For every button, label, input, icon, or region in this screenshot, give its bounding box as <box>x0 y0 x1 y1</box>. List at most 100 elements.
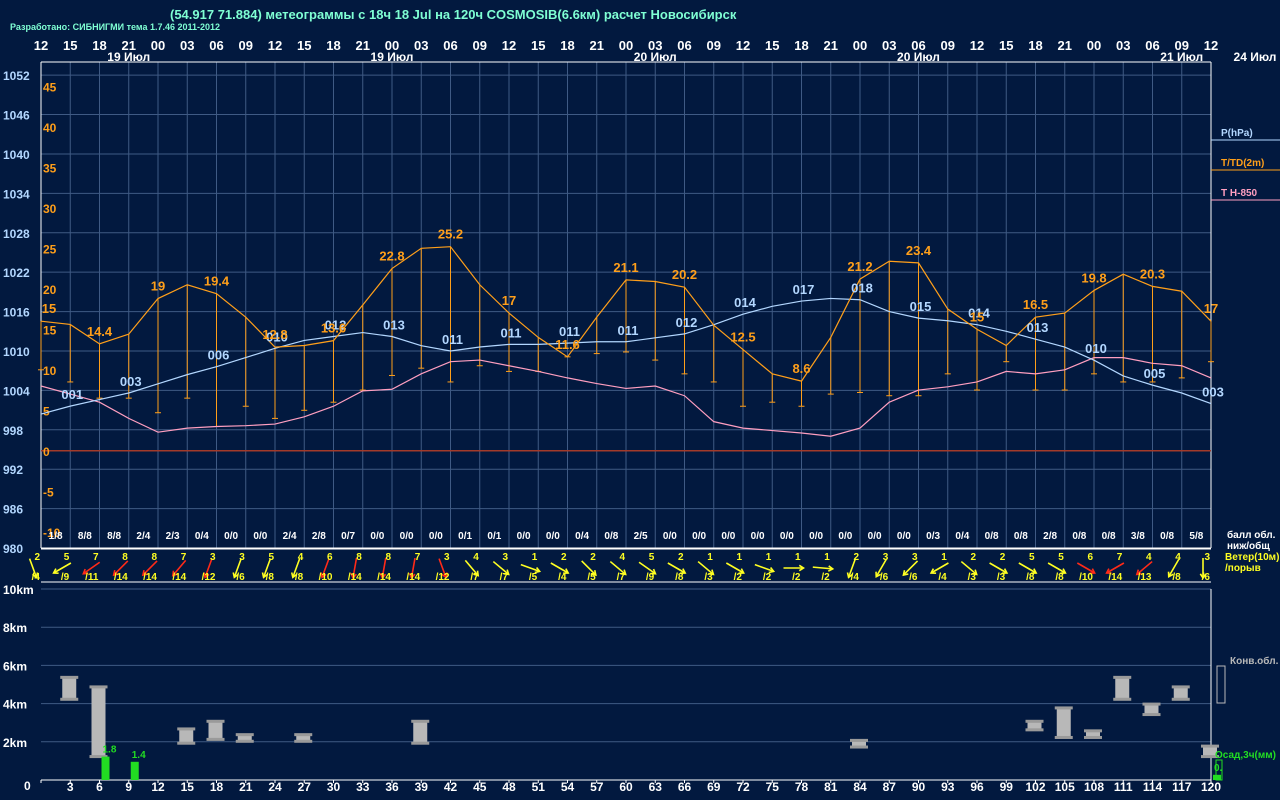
pressure-axis-label: 1028 <box>3 227 30 241</box>
height-axis-label: 10km <box>3 583 34 597</box>
hour-tick-label: 00 <box>853 38 867 53</box>
convective-cloud-base <box>206 737 225 741</box>
wind-gust-label: /5 <box>529 572 538 583</box>
wind-speed-label: 7 <box>1117 552 1123 563</box>
wind-gust-label: /9 <box>646 572 655 583</box>
pressure-value-label: 011 <box>501 325 522 340</box>
wind-gust-label: /8 <box>1055 572 1064 583</box>
hour-tick-label: 12 <box>970 38 984 53</box>
bottom-hour-label: 51 <box>532 780 546 794</box>
convective-cloud-cap <box>1201 744 1219 748</box>
wind-speed-label: 5 <box>64 552 70 563</box>
wind-gust-label: /14 <box>377 572 391 583</box>
wind-gust-label: /7 <box>470 572 479 583</box>
cloud-fraction-label: 0/0 <box>897 531 911 542</box>
pressure-axis-label: 1016 <box>3 306 30 320</box>
height-axis-label: 8km <box>3 621 27 635</box>
cloud-fraction-label: 0/0 <box>663 531 677 542</box>
day-label: 20 Июл <box>634 50 677 64</box>
wind-speed-label: 2 <box>853 552 859 563</box>
pressure-value-label: 001 <box>61 387 83 402</box>
temperature-value-label: 22.8 <box>379 249 404 264</box>
wind-gust-label: /3 <box>997 572 1006 583</box>
hour-tick-label: 18 <box>326 38 340 53</box>
convective-cloud-base <box>294 739 313 743</box>
convective-cloud-base <box>1113 697 1132 701</box>
bottom-hour-label: 39 <box>415 780 429 794</box>
cloud-fraction-label: 0/1 <box>487 531 501 542</box>
wind-speed-label: 8 <box>122 552 128 563</box>
bottom-hour-label: 81 <box>824 780 838 794</box>
bottom-hour-label: 69 <box>707 780 721 794</box>
wind-row-title: /порыв <box>1225 563 1261 574</box>
day-label-right: 24 Июл <box>1234 50 1277 64</box>
pressure-value-label: 012 <box>676 315 698 330</box>
temperature-axis-label: 35 <box>43 161 57 175</box>
convective-cloud-cap <box>850 738 868 742</box>
wind-gust-label: /6 <box>236 572 245 583</box>
bottom-hour-label: 48 <box>502 780 516 794</box>
temperature-value-label: 16.5 <box>1023 297 1048 312</box>
bottom-hour-label: 42 <box>444 780 458 794</box>
wind-speed-label: 1 <box>766 552 772 563</box>
wind-speed-label: 3 <box>502 552 508 563</box>
temperature-axis-label: 25 <box>43 242 57 256</box>
wind-gust-label: /14 <box>348 572 362 583</box>
pressure-value-label: 013 <box>1027 320 1049 335</box>
pressure-value-label: 006 <box>208 348 230 363</box>
bottom-hour-label: 114 <box>1143 780 1163 794</box>
cloud-fraction-label: 0/8 <box>1102 531 1116 542</box>
wind-speed-label: 2 <box>1000 552 1006 563</box>
wind-speed-label: 4 <box>473 552 479 563</box>
temperature-value-label: 19.8 <box>1081 270 1106 285</box>
convective-cloud-base <box>1084 735 1102 739</box>
wind-gust-label: /13 <box>1138 572 1152 583</box>
cloud-fraction-label: 2/8 <box>1043 531 1057 542</box>
cloud-fraction-label: 0/7 <box>341 531 355 542</box>
height-axis-label: 2km <box>3 736 27 750</box>
wind-speed-label: 4 <box>619 552 625 563</box>
temperature-value-label: 23.4 <box>906 243 932 258</box>
wind-gust-label: /4 <box>558 572 567 583</box>
cloud-row-title: ниж/общ <box>1227 540 1270 552</box>
temperature-value-label: 11.6 <box>555 337 580 352</box>
convective-cloud-base <box>850 745 868 749</box>
wind-gust-label: /7 <box>617 572 626 583</box>
wind-gust-label: /8 <box>1026 572 1035 583</box>
pressure-value-label: 005 <box>1144 366 1166 381</box>
wind-speed-label: 1 <box>824 552 830 563</box>
cloud-fraction-label: 0/0 <box>721 531 735 542</box>
day-label: 19 Июл <box>371 50 414 64</box>
temperature-value-label: 13.6 <box>321 321 346 336</box>
bottom-hour-label: 99 <box>1000 780 1014 794</box>
temperature-value-label: 15 <box>42 301 56 316</box>
convective-cloud-cap <box>89 685 108 689</box>
wind-row-title: Ветер(10м) <box>1225 552 1279 563</box>
wind-gust-label: /4 <box>32 572 41 583</box>
pressure-value-label: 011 <box>618 323 639 338</box>
cloud-fraction-label: 0/8 <box>604 531 618 542</box>
hour-tick-label: 15 <box>531 38 545 53</box>
pressure-value-label: 018 <box>851 281 873 296</box>
wind-speed-label: 2 <box>678 552 684 563</box>
wind-speed-label: 8 <box>356 552 362 563</box>
precip-value-label: 0. <box>1214 763 1223 774</box>
wind-gust-label: /8 <box>1172 572 1181 583</box>
bottom-hour-label: 117 <box>1172 780 1192 794</box>
cloud-fraction-label: 0/3 <box>926 531 940 542</box>
day-label: 20 Июл <box>897 50 940 64</box>
temperature-axis-label: 20 <box>43 283 57 297</box>
wind-gust-label: /2 <box>734 572 743 583</box>
wind-speed-label: 5 <box>649 552 655 563</box>
wind-gust-label: /10 <box>319 572 333 583</box>
pressure-value-label: 010 <box>1085 341 1107 356</box>
day-label: 19 Июл <box>107 50 150 64</box>
temperature-axis-label: 0 <box>43 445 50 459</box>
legend-entry: T/TD(2m) <box>1221 158 1264 169</box>
wind-speed-label: 6 <box>327 552 333 563</box>
convective-cloud-cap <box>1025 719 1044 723</box>
bottom-hour-label: 102 <box>1025 780 1045 794</box>
cloud-fraction-label: 0/0 <box>429 531 443 542</box>
bottom-hour-label: 30 <box>327 780 341 794</box>
wind-speed-label: 6 <box>1087 552 1093 563</box>
